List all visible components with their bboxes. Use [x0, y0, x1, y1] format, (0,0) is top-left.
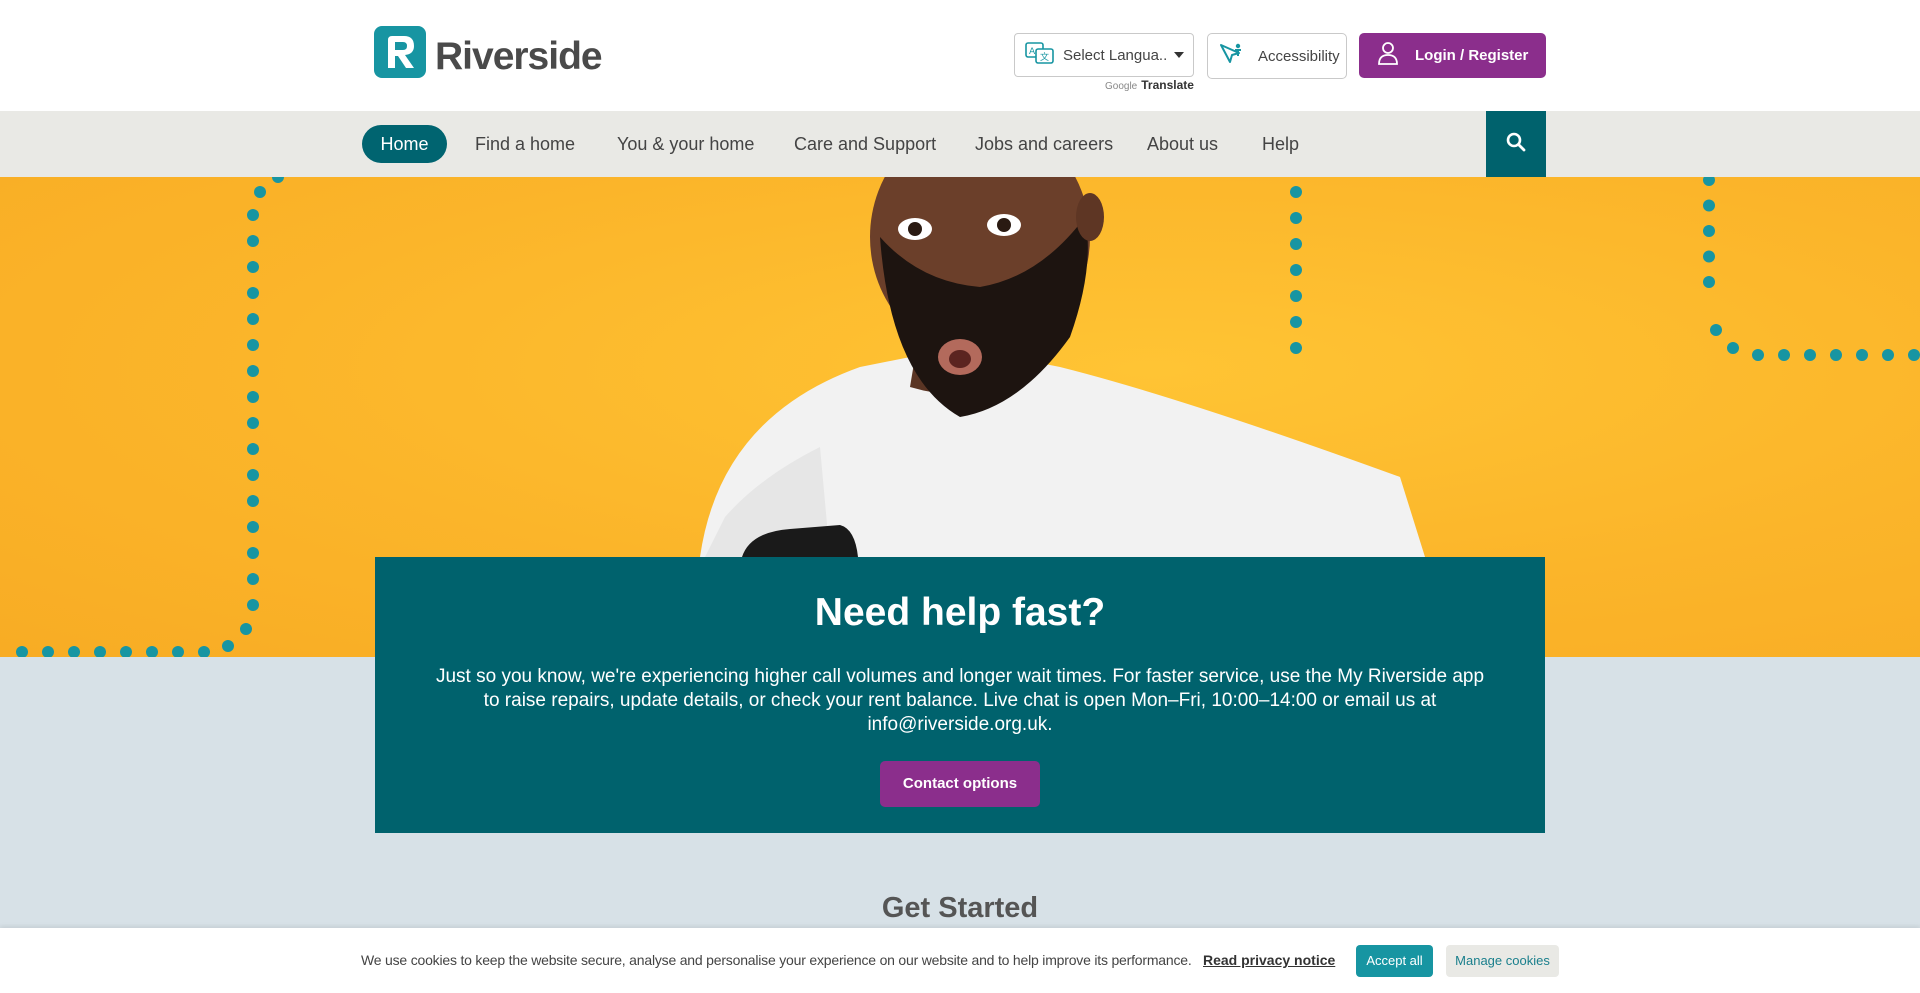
main-navigation: Home Find a home You & your home Care an… [0, 111, 1920, 177]
help-card-body: Just so you know, we're experiencing hig… [435, 666, 1485, 735]
svg-text:文: 文 [1040, 51, 1049, 63]
cookie-banner: We use cookies to keep the website secur… [0, 928, 1920, 993]
site-header: Riverside A 文 Select Langua... Google Tra… [0, 0, 1920, 111]
accept-all-cookies-button[interactable]: Accept all [1356, 945, 1433, 977]
need-help-card: Need help fast? Just so you know, we're … [375, 557, 1545, 833]
cookie-message: We use cookies to keep the website secur… [361, 952, 1192, 968]
accessibility-pointer-icon [1218, 42, 1244, 71]
search-button[interactable] [1486, 111, 1546, 177]
brand-name: Riverside [435, 35, 603, 78]
logo-mark-icon [374, 26, 426, 78]
accessibility-label: Accessibility [1258, 47, 1340, 65]
login-register-label: Login / Register [1415, 47, 1529, 64]
language-select[interactable]: A 文 Select Langua... [1014, 33, 1194, 77]
accessibility-button[interactable]: Accessibility [1207, 33, 1347, 79]
chevron-down-icon [1174, 52, 1184, 58]
nav-item-about-us[interactable]: About us [1147, 125, 1218, 163]
login-register-button[interactable]: Login / Register [1359, 33, 1546, 78]
translate-label: Translate [1141, 78, 1194, 92]
search-icon [1506, 132, 1526, 157]
language-select-value: Select Langua... [1063, 46, 1168, 64]
svg-text:A: A [1029, 47, 1036, 57]
google-logo-text: Google [1105, 81, 1138, 92]
user-icon [1377, 41, 1399, 70]
nav-item-home[interactable]: Home [362, 125, 447, 163]
translate-icon: A 文 [1025, 41, 1055, 69]
nav-item-you-and-your-home[interactable]: You & your home [617, 125, 754, 163]
read-privacy-notice-link[interactable]: Read privacy notice [1203, 952, 1335, 968]
nav-item-help[interactable]: Help [1262, 125, 1299, 163]
nav-item-care-and-support[interactable]: Care and Support [794, 125, 936, 163]
contact-options-button[interactable]: Contact options [880, 761, 1040, 807]
riverside-logo[interactable]: Riverside [374, 25, 603, 79]
help-card-title: Need help fast? [814, 591, 1106, 634]
manage-cookies-button[interactable]: Manage cookies [1446, 945, 1559, 977]
google-translate-credit[interactable]: Google Translate [1105, 78, 1194, 92]
nav-item-jobs-and-careers[interactable]: Jobs and careers [975, 125, 1113, 163]
nav-item-find-a-home[interactable]: Find a home [475, 125, 575, 163]
get-started-heading: Get Started [881, 892, 1039, 924]
